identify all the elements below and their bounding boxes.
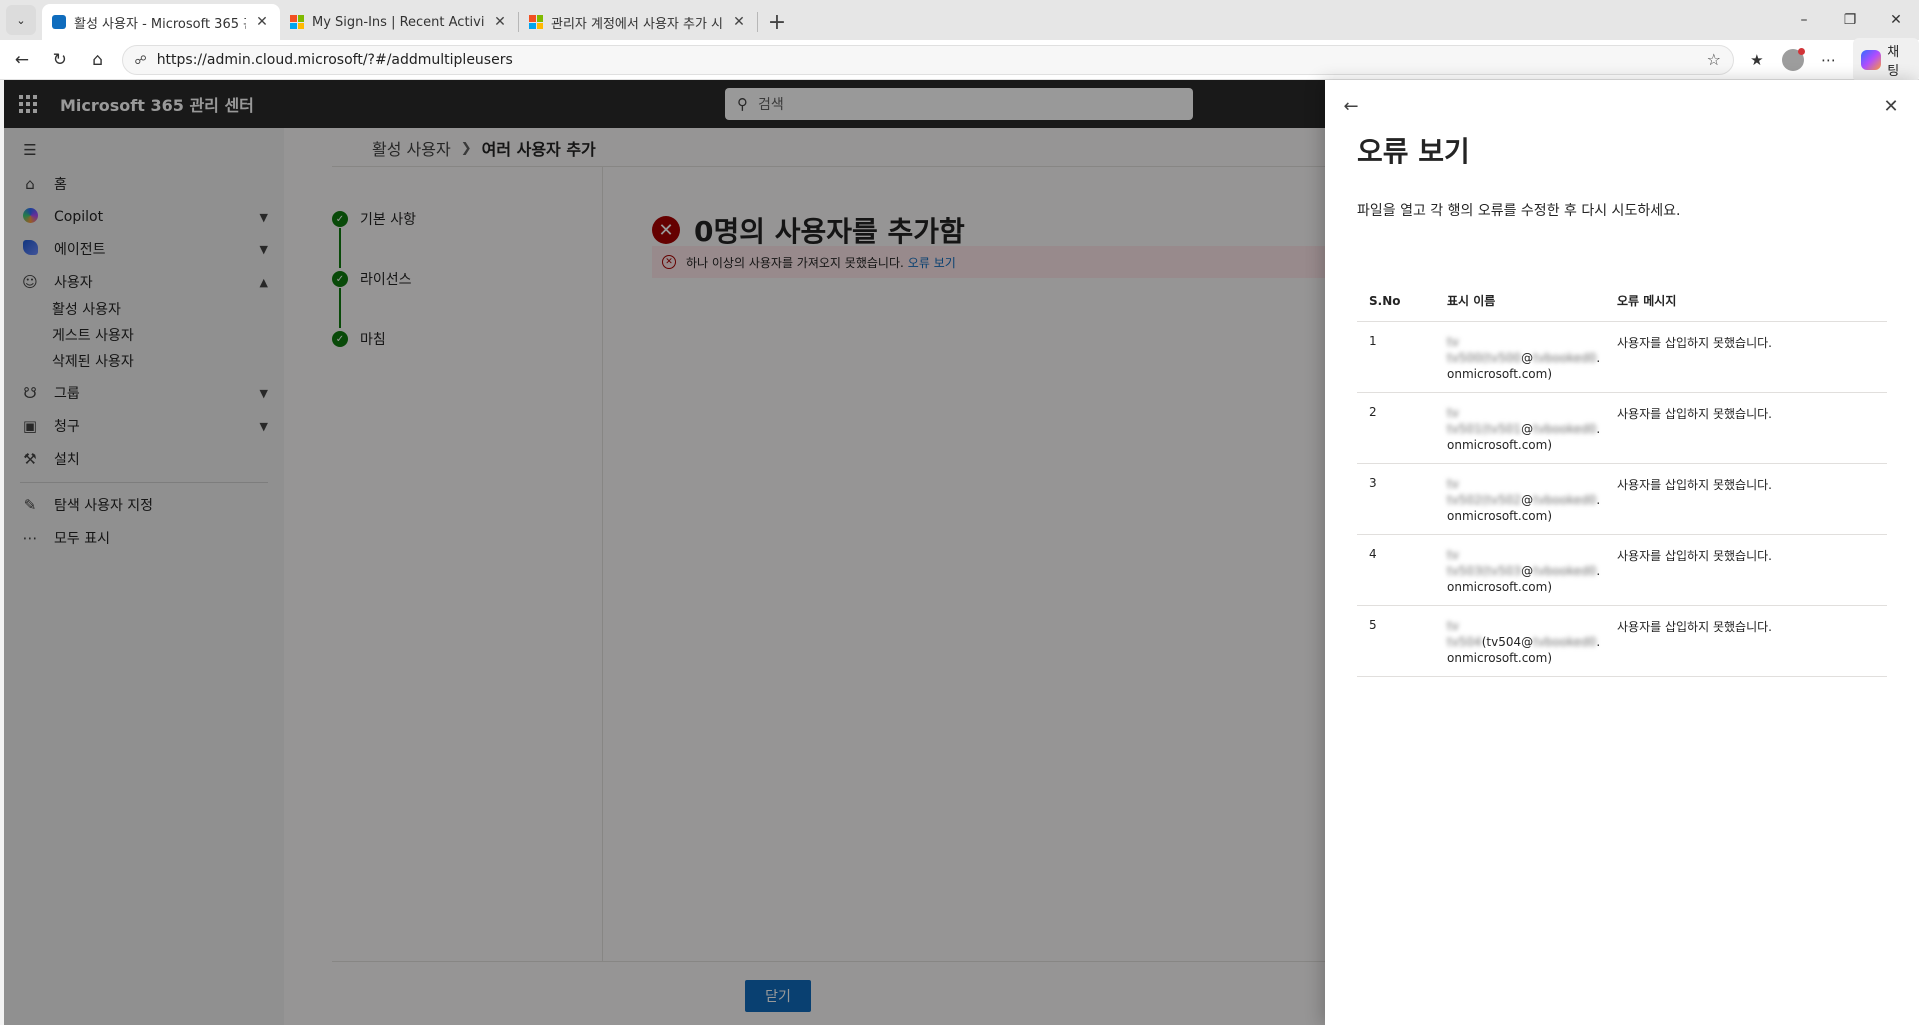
refresh-icon[interactable]: ↻ [44, 44, 76, 76]
home-icon[interactable]: ⌂ [82, 44, 114, 76]
copilot-label: 채팅 [1887, 44, 1900, 79]
row-display-name: tv tv502(tv502@tvbooked0.onmicrosoft.com) [1447, 476, 1617, 534]
panel-title: 오류 보기 [1357, 135, 1470, 168]
panel-description: 파일을 열고 각 행의 오류를 수정한 후 다시 시도하세요. [1357, 203, 1681, 219]
name-blurred: tvbooked0 [1533, 635, 1597, 649]
name-blurred: tv500(tv500 [1447, 351, 1522, 365]
more-options-icon[interactable]: ⋯ [1816, 47, 1842, 73]
name-blurred: tv [1447, 406, 1459, 420]
name-blurred: tv503(tv503 [1447, 564, 1522, 578]
name-visible: (tv504@ [1481, 635, 1534, 649]
row-error: 사용자를 삽입하지 못했습니다. [1617, 478, 1772, 492]
row-sno: 5 [1369, 618, 1377, 632]
modal-overlay[interactable] [4, 80, 1325, 1025]
table-row: 4 tv tv503(tv503@tvbooked0.onmicrosoft.co… [1357, 535, 1887, 606]
tab-title: 활성 사용자 - Microsoft 365 관리 센터 [74, 16, 246, 32]
name-visible: @ [1521, 493, 1534, 507]
row-error: 사용자를 삽입하지 못했습니다. [1617, 549, 1772, 563]
table-row: 5 tv tv504(tv504@tvbooked0.onmicrosoft.co… [1357, 606, 1887, 677]
site-info-icon[interactable]: ☍ [135, 53, 147, 67]
column-error-message: 오류 메시지 [1617, 294, 1677, 308]
name-blurred: tv [1447, 548, 1459, 562]
microsoft-logo-icon [290, 15, 304, 29]
new-tab-plus-icon[interactable]: + [762, 7, 792, 37]
copilot-chat-button[interactable]: 채팅 [1853, 37, 1919, 82]
table-row: 3 tv tv502(tv502@tvbooked0.onmicrosoft.co… [1357, 464, 1887, 535]
table-row: 1 tv tv500(tv500@tvbooked0.onmicrosoft.co… [1357, 322, 1887, 393]
favorites-icon[interactable]: ★ [1744, 47, 1770, 73]
column-sno: S.No [1369, 293, 1401, 308]
close-icon[interactable]: ✕ [1877, 92, 1905, 120]
tab-separator [757, 12, 758, 32]
row-error: 사용자를 삽입하지 못했습니다. [1617, 336, 1772, 350]
name-blurred: tv [1447, 619, 1459, 633]
name-blurred: tvbooked0 [1533, 422, 1597, 436]
browser-tab-active[interactable]: 활성 사용자 - Microsoft 365 관리 센터 ✕ [42, 4, 280, 40]
name-blurred: tvbooked0 [1533, 493, 1597, 507]
copilot-icon [1861, 49, 1882, 70]
row-error: 사용자를 삽입하지 못했습니다. [1617, 407, 1772, 421]
error-details-panel: ← ✕ 오류 보기 파일을 열고 각 행의 오류를 수정한 후 다시 시도하세요… [1325, 80, 1919, 1025]
browser-tabbar: ⌄ 활성 사용자 - Microsoft 365 관리 센터 ✕ My Sign… [0, 0, 1919, 40]
name-blurred: tvbooked0 [1533, 351, 1597, 365]
microsoft-logo-icon [529, 15, 543, 29]
address-bar[interactable]: ☍ https://admin.cloud.microsoft/?#/addmu… [121, 44, 1734, 75]
table-header: S.No 표시 이름 오류 메시지 [1357, 280, 1887, 322]
restore-icon[interactable]: ❐ [1827, 0, 1873, 40]
row-error: 사용자를 삽입하지 못했습니다. [1617, 620, 1772, 634]
browser-tab[interactable]: 관리자 계정에서 사용자 추가 시 오류 ✕ [519, 4, 757, 40]
row-sno: 4 [1369, 547, 1377, 561]
name-blurred: tv [1447, 477, 1459, 491]
minimize-icon[interactable]: – [1781, 0, 1827, 40]
errors-table: S.No 표시 이름 오류 메시지 1 tv tv500(tv500@tvbook… [1357, 280, 1887, 677]
tab-close-icon[interactable]: ✕ [254, 14, 270, 30]
browser-toolbar: ← ↻ ⌂ ☍ https://admin.cloud.microsoft/?#… [0, 37, 1919, 82]
back-arrow-icon[interactable]: ← [6, 44, 38, 76]
column-display-name: 표시 이름 [1447, 293, 1496, 308]
favorite-star-icon[interactable]: ☆ [1707, 50, 1721, 69]
url-text: https://admin.cloud.microsoft/?#/addmult… [156, 51, 513, 68]
back-arrow-icon[interactable]: ← [1337, 92, 1365, 120]
row-sno: 2 [1369, 405, 1377, 419]
tab-close-icon[interactable]: ✕ [731, 14, 747, 30]
row-sno: 1 [1369, 334, 1377, 348]
browser-tab[interactable]: My Sign-Ins | Recent Activity | Microsof… [280, 4, 518, 40]
window-controls: – ❐ ✕ [1781, 0, 1919, 40]
name-visible: @ [1521, 351, 1534, 365]
name-blurred: tvbooked0 [1533, 564, 1597, 578]
name-visible: @ [1521, 422, 1534, 436]
name-blurred: tv504 [1447, 635, 1482, 649]
row-display-name: tv tv501(tv501@tvbooked0.onmicrosoft.com) [1447, 405, 1617, 463]
name-blurred: tv501(tv501 [1447, 422, 1522, 436]
window-close-icon[interactable]: ✕ [1873, 0, 1919, 40]
name-blurred: tv [1447, 335, 1459, 349]
tab-title: My Sign-Ins | Recent Activity | Microsof… [312, 14, 484, 30]
row-display-name: tv tv503(tv503@tvbooked0.onmicrosoft.com) [1447, 547, 1617, 605]
tab-title: 관리자 계정에서 사용자 추가 시 오류 [551, 16, 723, 32]
row-sno: 3 [1369, 476, 1377, 490]
profile-avatar[interactable] [1781, 47, 1805, 71]
row-display-name: tv tv504(tv504@tvbooked0.onmicrosoft.com) [1447, 618, 1617, 676]
table-row: 2 tv tv501(tv501@tvbooked0.onmicrosoft.co… [1357, 393, 1887, 464]
name-blurred: tv502(tv502 [1447, 493, 1522, 507]
tab-close-icon[interactable]: ✕ [492, 14, 508, 30]
m365-admin-icon [52, 15, 66, 29]
tab-list-chevron-icon[interactable]: ⌄ [6, 5, 36, 35]
row-display-name: tv tv500(tv500@tvbooked0.onmicrosoft.com) [1447, 334, 1617, 392]
name-visible: @ [1521, 564, 1534, 578]
